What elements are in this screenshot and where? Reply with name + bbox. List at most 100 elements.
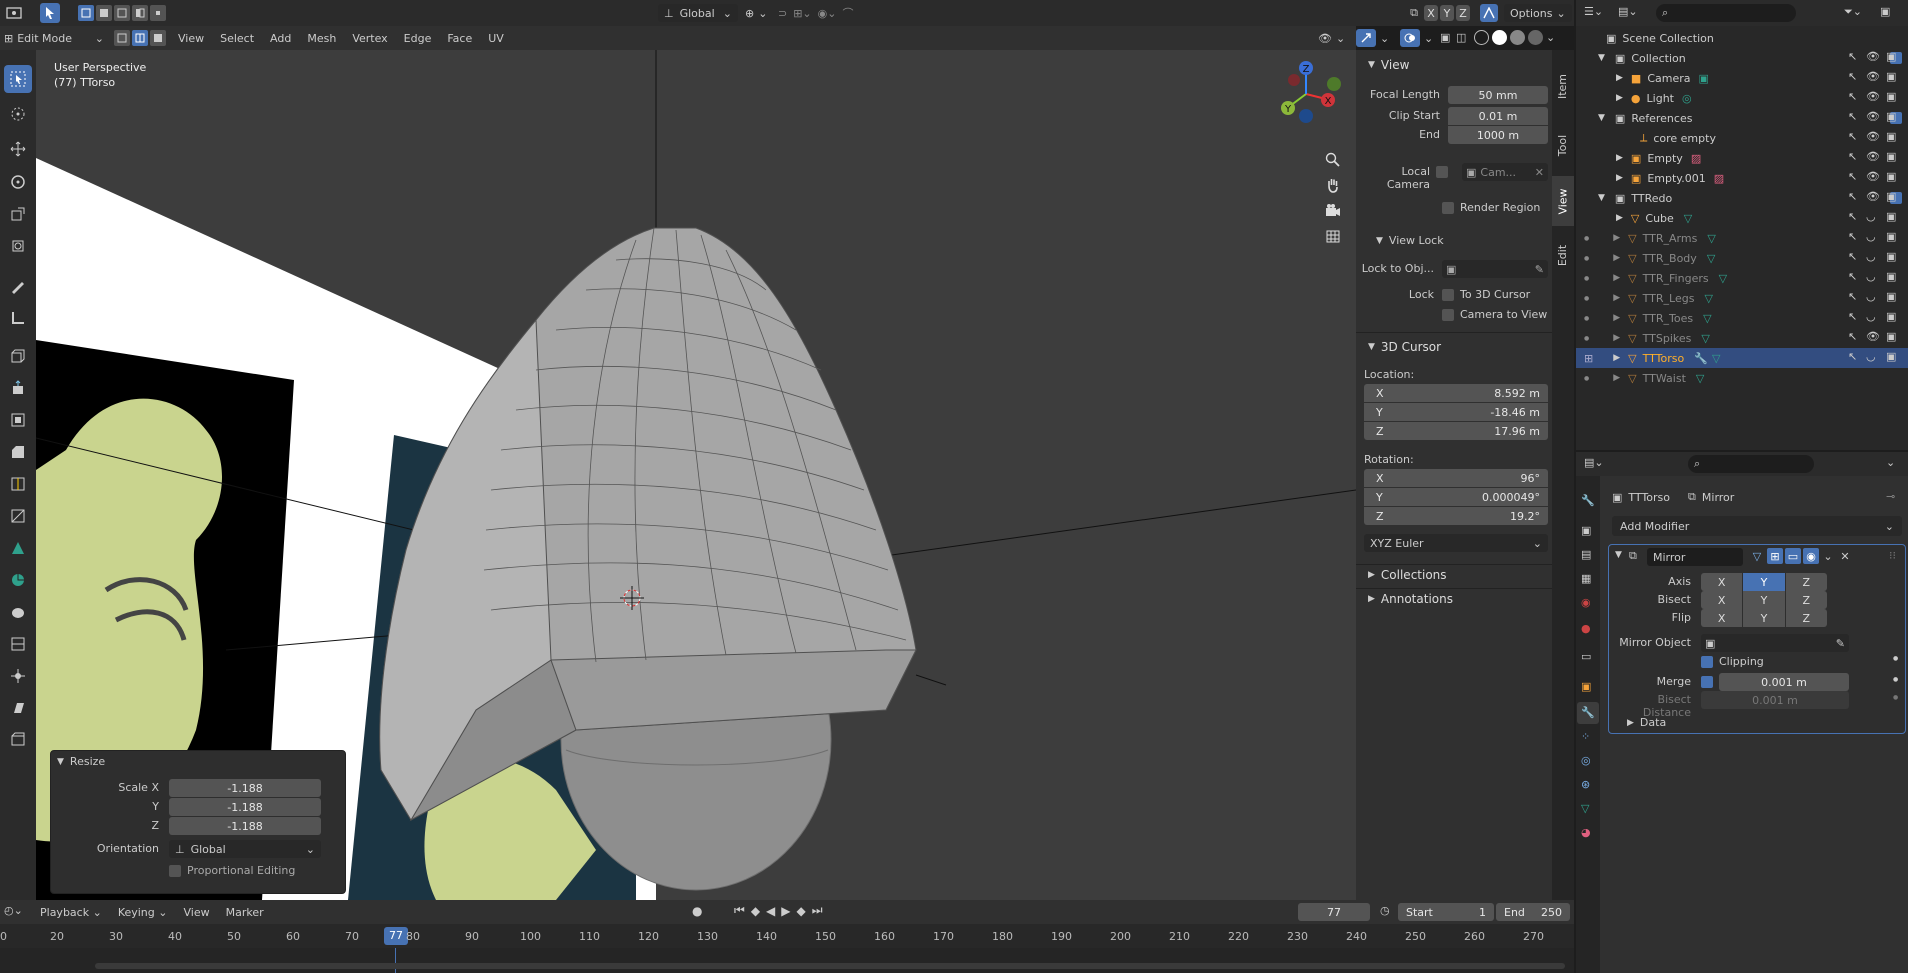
cursor-rotation-x-field[interactable]: X 96°: [1364, 469, 1548, 487]
cursor-rotation-z-field[interactable]: Z 19.2°: [1364, 507, 1548, 525]
tool-tab-icon[interactable]: 🔧: [1581, 494, 1595, 507]
play-reverse-icon[interactable]: ◀: [766, 904, 775, 918]
scale-z-field[interactable]: -1.188: [169, 817, 321, 835]
output-tab-icon[interactable]: ▤: [1581, 548, 1591, 561]
extend-selection-icon[interactable]: [96, 5, 112, 21]
on-cage-icon[interactable]: ▽: [1749, 548, 1765, 564]
edge-slide-tool-icon[interactable]: [4, 630, 32, 658]
collection-tab-icon[interactable]: ▭: [1581, 650, 1591, 663]
scale-tool-icon[interactable]: [4, 200, 32, 228]
local-camera-field[interactable]: ▣ Cam... ✕: [1462, 163, 1548, 181]
lock-to-3d-cursor-checkbox[interactable]: To 3D Cursor: [1442, 288, 1530, 301]
select-tool-icon[interactable]: [4, 65, 32, 93]
resize-panel-header[interactable]: ▼ Resize: [57, 755, 105, 768]
current-frame-field[interactable]: 77: [1298, 903, 1370, 921]
world-tab-icon[interactable]: ●: [1581, 622, 1591, 635]
falloff-icon[interactable]: ⌒: [842, 5, 853, 21]
cursor-location-x-field[interactable]: X 8.592 m: [1364, 384, 1548, 402]
bisect-z-toggle[interactable]: Z: [1785, 591, 1827, 609]
view-lock-section-header[interactable]: ▼ View Lock: [1376, 234, 1444, 247]
constraints-tab-icon[interactable]: ⊛: [1581, 778, 1590, 791]
shear-tool-icon[interactable]: [4, 694, 32, 722]
rotation-mode-dropdown[interactable]: XYZ Euler ⌄: [1364, 534, 1548, 552]
jump-keyframe-forward-icon[interactable]: ◆: [797, 904, 806, 918]
editor-type-icon[interactable]: [4, 4, 26, 22]
modifier-tab-icon[interactable]: 🔧: [1577, 702, 1599, 724]
mirror-y-toggle[interactable]: Y: [1440, 5, 1454, 21]
keyframe-dot-icon[interactable]: ●: [1893, 676, 1898, 683]
timeline-editor-icon[interactable]: ◴⌄: [4, 904, 23, 917]
jump-keyframe-back-icon[interactable]: ◆: [751, 904, 760, 918]
properties-search-input[interactable]: ⌕: [1688, 455, 1814, 473]
tab-edit[interactable]: Edit: [1552, 230, 1574, 280]
close-icon[interactable]: ✕: [1535, 166, 1544, 179]
tab-view[interactable]: View: [1552, 176, 1574, 226]
flip-x-toggle[interactable]: X: [1701, 609, 1743, 627]
outliner-editor-icon[interactable]: ☰⌄: [1584, 5, 1603, 18]
outliner-row-scene-collection[interactable]: ▣ Scene Collection: [1576, 28, 1908, 48]
solid-shading-icon[interactable]: [1492, 30, 1507, 45]
snap-target-icon[interactable]: ⊞⌄: [793, 7, 811, 20]
menu-playback[interactable]: Playback ⌄: [40, 906, 102, 919]
merge-checkbox[interactable]: [1701, 676, 1713, 688]
local-camera-checkbox[interactable]: [1436, 166, 1448, 178]
menu-uv[interactable]: UV: [488, 32, 504, 45]
3d-viewport[interactable]: User Perspective (77) TTorso Z Y X ▼ Res…: [36, 50, 1356, 900]
smooth-tool-icon[interactable]: [4, 598, 32, 626]
new-collection-icon[interactable]: ▣: [1880, 5, 1890, 18]
filter-icon[interactable]: ⏷⌄: [1844, 5, 1862, 19]
menu-mesh[interactable]: Mesh: [307, 32, 336, 45]
new-selection-icon[interactable]: [78, 5, 94, 21]
merge-distance-field[interactable]: 0.001 m: [1719, 673, 1849, 691]
proportional-icon[interactable]: ◉⌄: [818, 7, 837, 20]
annotate-tool-icon[interactable]: [4, 272, 32, 300]
axis-z-toggle[interactable]: Z: [1785, 573, 1827, 591]
cursor-location-z-field[interactable]: Z 17.96 m: [1364, 422, 1548, 440]
zoom-icon[interactable]: [1322, 149, 1344, 171]
horizontal-scrollbar[interactable]: [95, 963, 1565, 969]
modifier-name-field[interactable]: Mirror: [1647, 548, 1743, 566]
flip-y-toggle[interactable]: Y: [1743, 609, 1785, 627]
measure-tool-icon[interactable]: [4, 304, 32, 332]
camera-to-view-checkbox[interactable]: Camera to View: [1442, 308, 1547, 321]
mesh-edit-overlay-icon[interactable]: ▣: [1440, 31, 1450, 44]
eyedropper-icon[interactable]: ✎: [1836, 637, 1845, 650]
menu-view[interactable]: View: [178, 32, 204, 45]
chevron-down-icon[interactable]: ⌄: [1546, 31, 1555, 44]
loop-cut-tool-icon[interactable]: [4, 470, 32, 498]
view-layer-tab-icon[interactable]: ▦: [1581, 572, 1591, 585]
mirror-z-toggle[interactable]: Z: [1456, 5, 1470, 21]
gizmo-toggle-icon[interactable]: [1356, 29, 1376, 47]
jump-start-icon[interactable]: ⏮: [734, 903, 745, 918]
ortho-grid-icon[interactable]: [1322, 225, 1344, 247]
bisect-y-toggle[interactable]: Y: [1743, 591, 1785, 609]
chevron-down-icon[interactable]: ⌄: [1821, 548, 1835, 564]
bisect-x-toggle[interactable]: X: [1701, 591, 1743, 609]
particles-tab-icon[interactable]: ⁘: [1581, 730, 1590, 743]
outliner-search-input[interactable]: ⌕: [1656, 4, 1796, 22]
timeline-ruler[interactable]: 0 20 30 40 50 60 70 77 80 90 100 110 120…: [0, 924, 1574, 948]
face-mode-icon[interactable]: [150, 30, 166, 46]
inset-tool-icon[interactable]: [4, 406, 32, 434]
rip-tool-icon[interactable]: [4, 726, 32, 754]
pin-icon[interactable]: ⊸: [1886, 490, 1895, 503]
menu-select[interactable]: Select: [220, 32, 254, 45]
auto-merge-icon[interactable]: [1480, 4, 1498, 22]
subtract-selection-icon[interactable]: [114, 5, 130, 21]
cursor-location-y-field[interactable]: Y -18.46 m: [1364, 403, 1548, 421]
extrude-tool-icon[interactable]: [4, 374, 32, 402]
chevron-down-icon[interactable]: ⌄: [1886, 456, 1895, 469]
realtime-toggle-icon[interactable]: ▭: [1785, 548, 1801, 564]
rendered-shading-icon[interactable]: [1528, 30, 1543, 45]
add-modifier-dropdown[interactable]: Add Modifier ⌄: [1612, 516, 1902, 536]
annotations-section-header[interactable]: ▶ Annotations: [1368, 592, 1453, 606]
playhead[interactable]: 77: [384, 927, 408, 945]
material-shading-icon[interactable]: [1510, 30, 1525, 45]
jump-end-icon[interactable]: ⏭: [812, 903, 823, 918]
end-frame-field[interactable]: End 250: [1496, 903, 1570, 921]
mirror-object-field[interactable]: ▣ ✎: [1701, 634, 1849, 652]
eyedropper-icon[interactable]: ✎: [1535, 263, 1544, 276]
lock-to-object-field[interactable]: ▣ ✎: [1442, 260, 1548, 278]
axis-x-toggle[interactable]: X: [1701, 573, 1743, 591]
render-region-checkbox[interactable]: Render Region: [1442, 201, 1540, 214]
